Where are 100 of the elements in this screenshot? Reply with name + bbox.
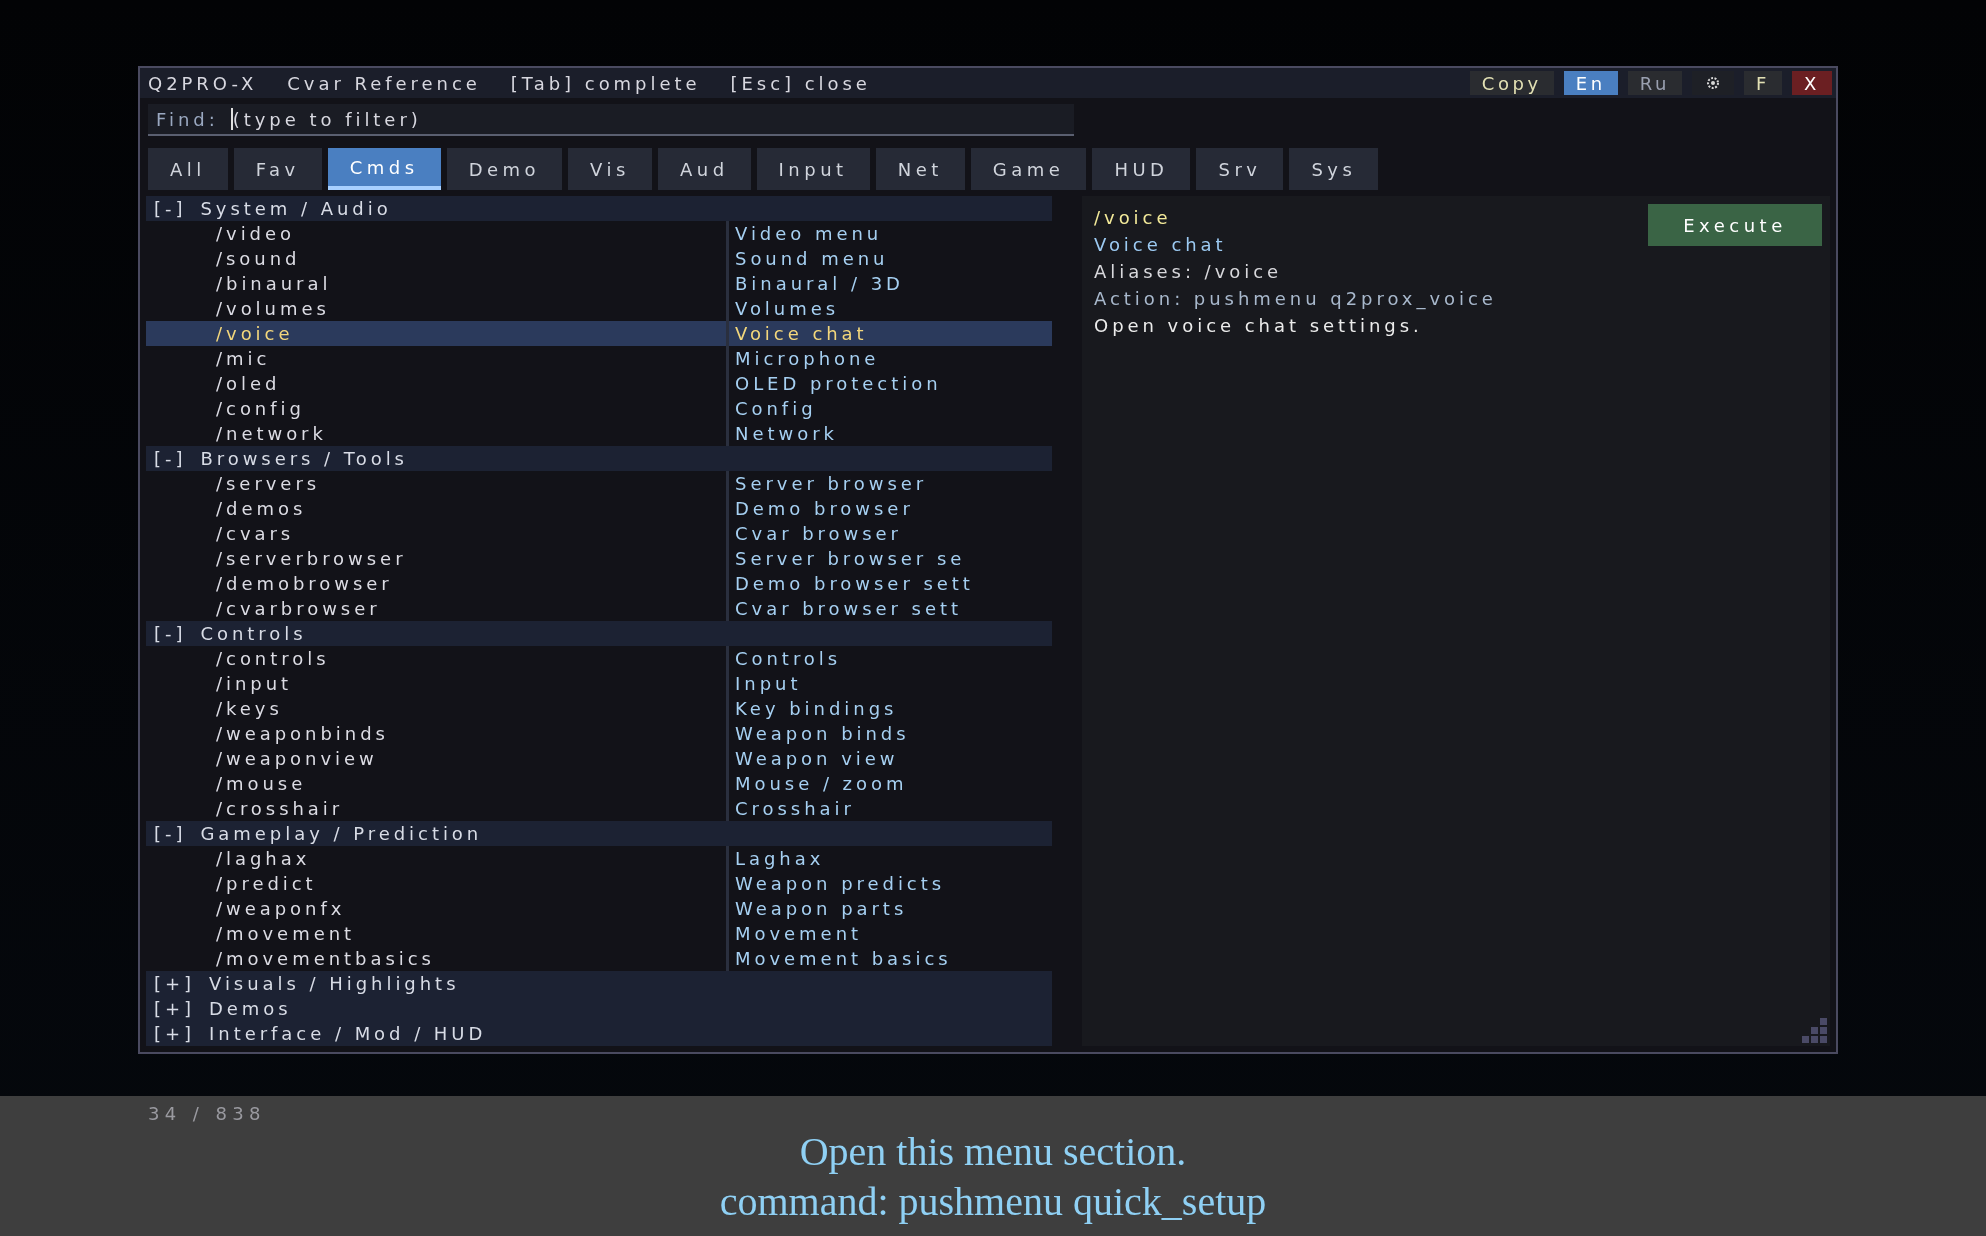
filter-tab[interactable]: All: [148, 148, 228, 190]
command-description: Weapon view: [726, 746, 899, 771]
command-name: /config: [215, 397, 306, 421]
filter-tab[interactable]: Sys: [1289, 148, 1379, 190]
command-description: Voice chat: [726, 321, 868, 346]
command-name: /weaponbinds: [215, 722, 390, 746]
command-row[interactable]: /input Input: [146, 671, 1052, 696]
command-name: /voice: [215, 322, 295, 346]
command-description: Demo browser sett: [726, 571, 974, 596]
group-title: Demos: [209, 997, 292, 1021]
command-name: /serverbrowser: [215, 547, 408, 571]
language-button[interactable]: Ru: [1627, 71, 1683, 95]
command-row[interactable]: /cvars Cvar browser: [146, 521, 1052, 546]
result-counter: 34 / 838: [148, 1102, 266, 1126]
find-field[interactable]: Find: (type to filter): [148, 104, 1074, 136]
command-description: Microphone: [726, 346, 880, 371]
command-name: /network: [215, 422, 328, 446]
filter-tab[interactable]: Input: [756, 148, 870, 190]
command-row[interactable]: /movement Movement: [146, 921, 1052, 946]
detail-command: /voice: [1094, 206, 1173, 230]
command-row[interactable]: /binaural Binaural / 3D: [146, 271, 1052, 296]
toggle-marker: [-]: [154, 822, 187, 846]
command-row[interactable]: /demobrowser Demo browser sett: [146, 571, 1052, 596]
command-row[interactable]: /mouse Mouse / zoom: [146, 771, 1052, 796]
toggle-marker: [+]: [154, 1022, 195, 1046]
window-title: Q2PRO-X: [148, 71, 258, 96]
command-name: /movementbasics: [215, 947, 436, 971]
resize-grip-icon: [1802, 1018, 1828, 1044]
command-name: /demos: [215, 497, 308, 521]
command-name: /video: [215, 222, 296, 246]
command-row[interactable]: /voice Voice chat: [146, 321, 1052, 346]
group-header[interactable]: [-] Controls: [146, 621, 1052, 646]
command-description: Key bindings: [726, 696, 898, 721]
title-button[interactable]: Copy: [1469, 71, 1554, 95]
command-row[interactable]: /weaponview Weapon view: [146, 746, 1052, 771]
filter-tab[interactable]: Game: [970, 148, 1087, 190]
command-description: Mouse / zoom: [726, 771, 908, 796]
command-row[interactable]: /config Config: [146, 396, 1052, 421]
filter-tab[interactable]: Aud: [657, 148, 751, 190]
group-header[interactable]: [+] Visuals / Highlights: [146, 971, 1052, 996]
detail-action: Action: pushmenu q2prox_voice: [1094, 287, 1497, 312]
command-row[interactable]: /serverbrowser Server browser se: [146, 546, 1052, 571]
command-name: /cvars: [215, 522, 296, 546]
command-name: /input: [215, 672, 294, 696]
command-description: Config: [726, 396, 817, 421]
command-description: Server browser se: [726, 546, 966, 571]
close-button[interactable]: X: [1792, 71, 1832, 95]
command-description: Laghax: [726, 846, 825, 871]
command-row[interactable]: /video Video menu: [146, 221, 1052, 246]
command-row[interactable]: /weaponfx Weapon parts: [146, 896, 1052, 921]
command-name: /demobrowser: [215, 572, 394, 596]
command-row[interactable]: /servers Server browser: [146, 471, 1052, 496]
text-cursor: [230, 108, 233, 130]
command-row[interactable]: /keys Key bindings: [146, 696, 1052, 721]
filter-tab[interactable]: Vis: [568, 148, 652, 190]
command-description: Cvar browser: [726, 521, 902, 546]
command-description: Weapon binds: [726, 721, 910, 746]
language-button[interactable]: En: [1563, 71, 1618, 95]
command-row[interactable]: /oled OLED protection: [146, 371, 1052, 396]
filter-tab[interactable]: Srv: [1196, 148, 1284, 190]
group-header[interactable]: [+] Demos: [146, 996, 1052, 1021]
command-description: Binaural / 3D: [726, 271, 904, 296]
caption-line: command: pushmenu quick_setup: [719, 1178, 1267, 1226]
command-name: /mic: [215, 347, 272, 371]
group-title: Interface / Mod / HUD: [209, 1022, 487, 1046]
group-header[interactable]: [-] Browsers / Tools: [146, 446, 1052, 471]
command-row[interactable]: /demos Demo browser: [146, 496, 1052, 521]
command-name: /weaponfx: [215, 897, 347, 921]
group-header[interactable]: [-] Gameplay / Prediction: [146, 821, 1052, 846]
filter-tab[interactable]: Net: [875, 148, 965, 190]
filter-tab[interactable]: Fav: [233, 148, 322, 190]
filter-tab[interactable]: Demo: [446, 148, 563, 190]
filter-tab[interactable]: HUD: [1092, 148, 1191, 190]
find-input[interactable]: (type to filter): [232, 105, 1066, 133]
execute-button[interactable]: Execute: [1648, 204, 1822, 246]
command-name: /sound: [215, 247, 302, 271]
command-name: /keys: [215, 697, 284, 721]
command-name: /crosshair: [215, 797, 345, 821]
command-description: Video menu: [726, 221, 883, 246]
command-name: /servers: [215, 472, 322, 496]
command-row[interactable]: /predict Weapon predicts: [146, 871, 1052, 896]
command-description: Server browser: [726, 471, 928, 496]
group-header[interactable]: [-] System / Audio: [146, 196, 1052, 221]
settings-button[interactable]: [1692, 71, 1735, 95]
command-row[interactable]: /laghax Laghax: [146, 846, 1052, 871]
command-description: Input: [726, 671, 802, 696]
command-row[interactable]: /mic Microphone: [146, 346, 1052, 371]
command-name: /predict: [215, 872, 318, 896]
command-description: Sound menu: [726, 246, 889, 271]
command-row[interactable]: /controls Controls: [146, 646, 1052, 671]
command-row[interactable]: /sound Sound menu: [146, 246, 1052, 271]
window-title: [Tab] complete: [510, 71, 701, 96]
group-title: Visuals / Highlights: [209, 972, 460, 996]
command-description: Movement: [726, 921, 863, 946]
title-button[interactable]: F: [1744, 71, 1783, 95]
filter-tab[interactable]: Cmds: [327, 148, 441, 190]
group-header[interactable]: [+] Interface / Mod / HUD: [146, 1021, 1052, 1046]
command-row[interactable]: /weaponbinds Weapon binds: [146, 721, 1052, 746]
command-name: /weaponview: [215, 747, 379, 771]
command-name: /controls: [215, 647, 331, 671]
